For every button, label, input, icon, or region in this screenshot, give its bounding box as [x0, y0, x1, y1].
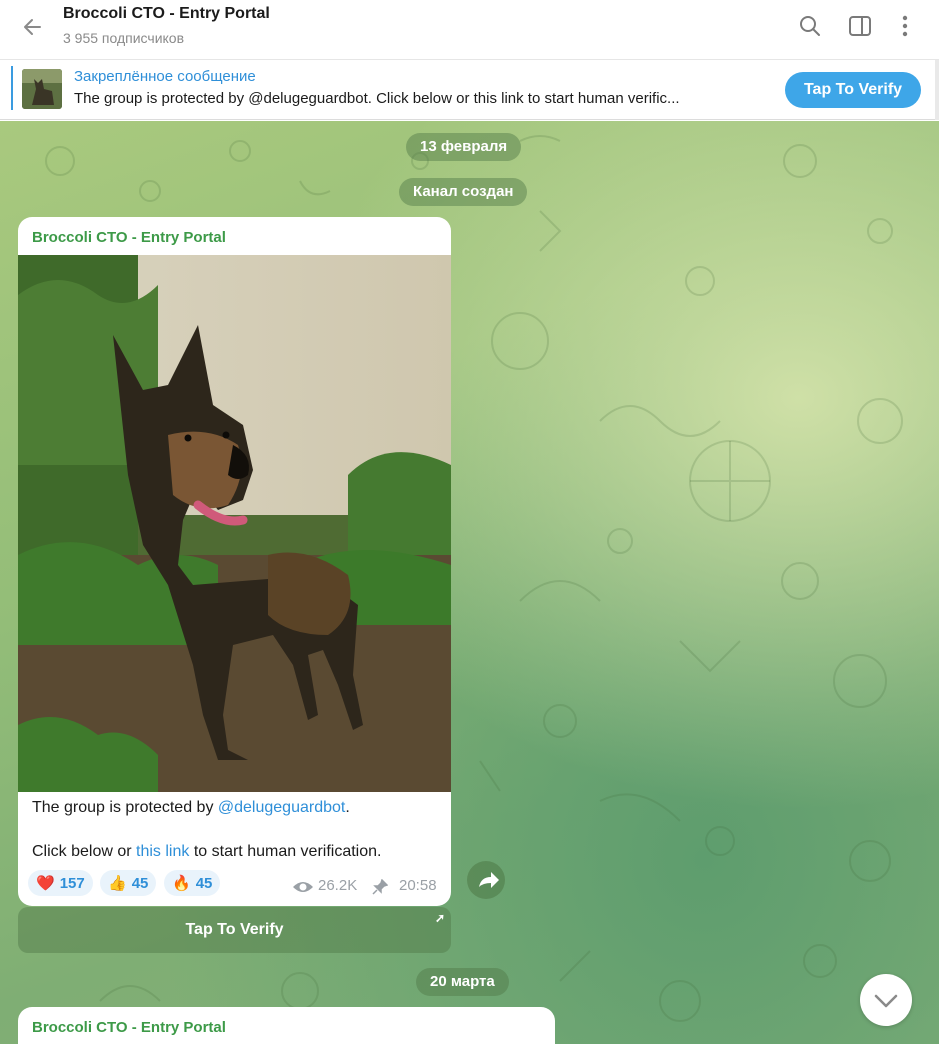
- post-sender[interactable]: Broccoli CTO - Entry Portal: [32, 229, 226, 246]
- post-text-line2: Click below or this link to start human …: [32, 843, 382, 860]
- post-sender-2[interactable]: Broccoli CTO - Entry Portal: [32, 1019, 226, 1036]
- pinned-indicator: [11, 66, 13, 110]
- pinned-thumbnail: [22, 69, 62, 109]
- pin-icon: [372, 879, 388, 895]
- forward-share-icon[interactable]: [467, 861, 505, 899]
- pinned-message-bar[interactable]: Закреплённое сообщение The group is prot…: [0, 60, 939, 120]
- chat-title[interactable]: Broccoli CTO - Entry Portal: [63, 5, 270, 23]
- post-time: 20:58: [399, 877, 437, 894]
- chat-area[interactable]: 13 февраля Канал создан Broccoli CTO - E…: [0, 121, 939, 1044]
- more-vertical-icon[interactable]: [891, 12, 919, 40]
- verification-link[interactable]: this link: [136, 843, 189, 860]
- external-link-arrow-icon: ➚: [434, 911, 445, 925]
- reaction-thumbs-up[interactable]: 👍 45: [100, 870, 157, 896]
- scroll-down-button[interactable]: [860, 974, 912, 1026]
- sidebar-toggle-icon[interactable]: [846, 12, 874, 40]
- scrollbar-edge: [935, 60, 939, 120]
- service-message: Канал создан: [399, 178, 528, 206]
- channel-post-2[interactable]: Broccoli CTO - Entry Portal: [18, 1007, 555, 1044]
- pinned-verify-button[interactable]: Tap To Verify: [785, 72, 921, 108]
- mention-link[interactable]: @delugeguardbot: [218, 799, 345, 816]
- views-icon: [293, 882, 313, 892]
- chat-header: Broccoli CTO - Entry Portal 3 955 подпис…: [0, 0, 939, 60]
- view-count: 26.2K: [318, 877, 358, 894]
- tap-to-verify-button[interactable]: Tap To Verify ➚: [18, 907, 451, 953]
- date-separator-2: 20 марта: [416, 968, 509, 996]
- search-icon[interactable]: [796, 12, 824, 40]
- reaction-heart[interactable]: ❤️ 157: [28, 870, 93, 896]
- channel-post[interactable]: Broccoli CTO - Entry Portal The group is…: [18, 217, 451, 906]
- reaction-fire[interactable]: 🔥 45: [164, 870, 221, 896]
- heart-icon: ❤️: [36, 875, 55, 892]
- post-photo[interactable]: [18, 255, 451, 792]
- subscriber-count: 3 955 подписчиков: [63, 30, 185, 46]
- date-separator: 13 февраля: [406, 133, 522, 161]
- back-arrow-icon[interactable]: [18, 12, 48, 42]
- thumbs-up-icon: 👍: [108, 875, 127, 892]
- post-text-line1: The group is protected by @delugeguardbo…: [32, 799, 350, 816]
- fire-icon: 🔥: [172, 875, 191, 892]
- pinned-text: The group is protected by @delugeguardbo…: [74, 90, 680, 107]
- pinned-title: Закреплённое сообщение: [74, 68, 256, 85]
